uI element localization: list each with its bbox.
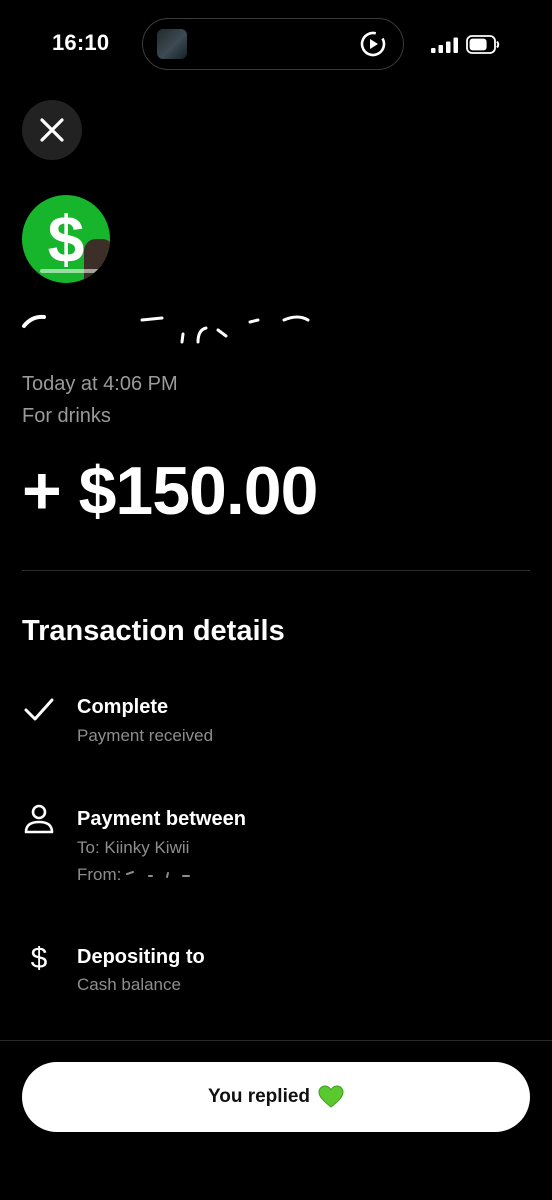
transaction-timestamp: Today at 4:06 PM	[22, 373, 178, 395]
reply-button-label: You replied	[207, 1086, 311, 1107]
svg-text:$: $	[31, 942, 48, 974]
redacted-sender-detail	[126, 871, 190, 878]
transaction-memo: For drinks	[22, 405, 111, 427]
deposit-title: Depositing to	[77, 946, 205, 968]
avatar-caption	[40, 269, 100, 273]
close-icon	[40, 118, 64, 142]
sender-avatar: $	[22, 195, 110, 283]
status-title: Complete	[77, 696, 169, 718]
status-time: 16:10	[52, 30, 110, 55]
check-icon	[24, 698, 54, 721]
battery-icon	[466, 35, 500, 54]
you-replied-button[interactable]: You replied	[22, 1062, 530, 1132]
green-heart-icon	[318, 1085, 344, 1108]
now-playing-thumbnail	[157, 29, 187, 59]
redacted-sender-name	[22, 314, 310, 344]
divider	[22, 570, 530, 571]
dynamic-island[interactable]	[142, 18, 404, 70]
person-icon	[24, 804, 54, 834]
deposit-subtitle: Cash balance	[77, 975, 181, 994]
sender-text: From:	[77, 865, 122, 884]
dollar-icon: $	[31, 942, 48, 974]
recipient-text: To: Kiinky Kiwii	[77, 838, 190, 857]
screen-record-icon	[360, 31, 386, 57]
transaction-amount: + $150.00	[22, 453, 318, 529]
cellular-signal-icon	[431, 37, 458, 53]
close-button[interactable]	[22, 100, 82, 160]
avatar-photo-figure	[84, 239, 110, 283]
parties-title: Payment between	[77, 808, 246, 830]
status-subtitle: Payment received	[77, 726, 214, 745]
footer-divider	[0, 1040, 552, 1041]
section-title: Transaction details	[22, 615, 285, 647]
